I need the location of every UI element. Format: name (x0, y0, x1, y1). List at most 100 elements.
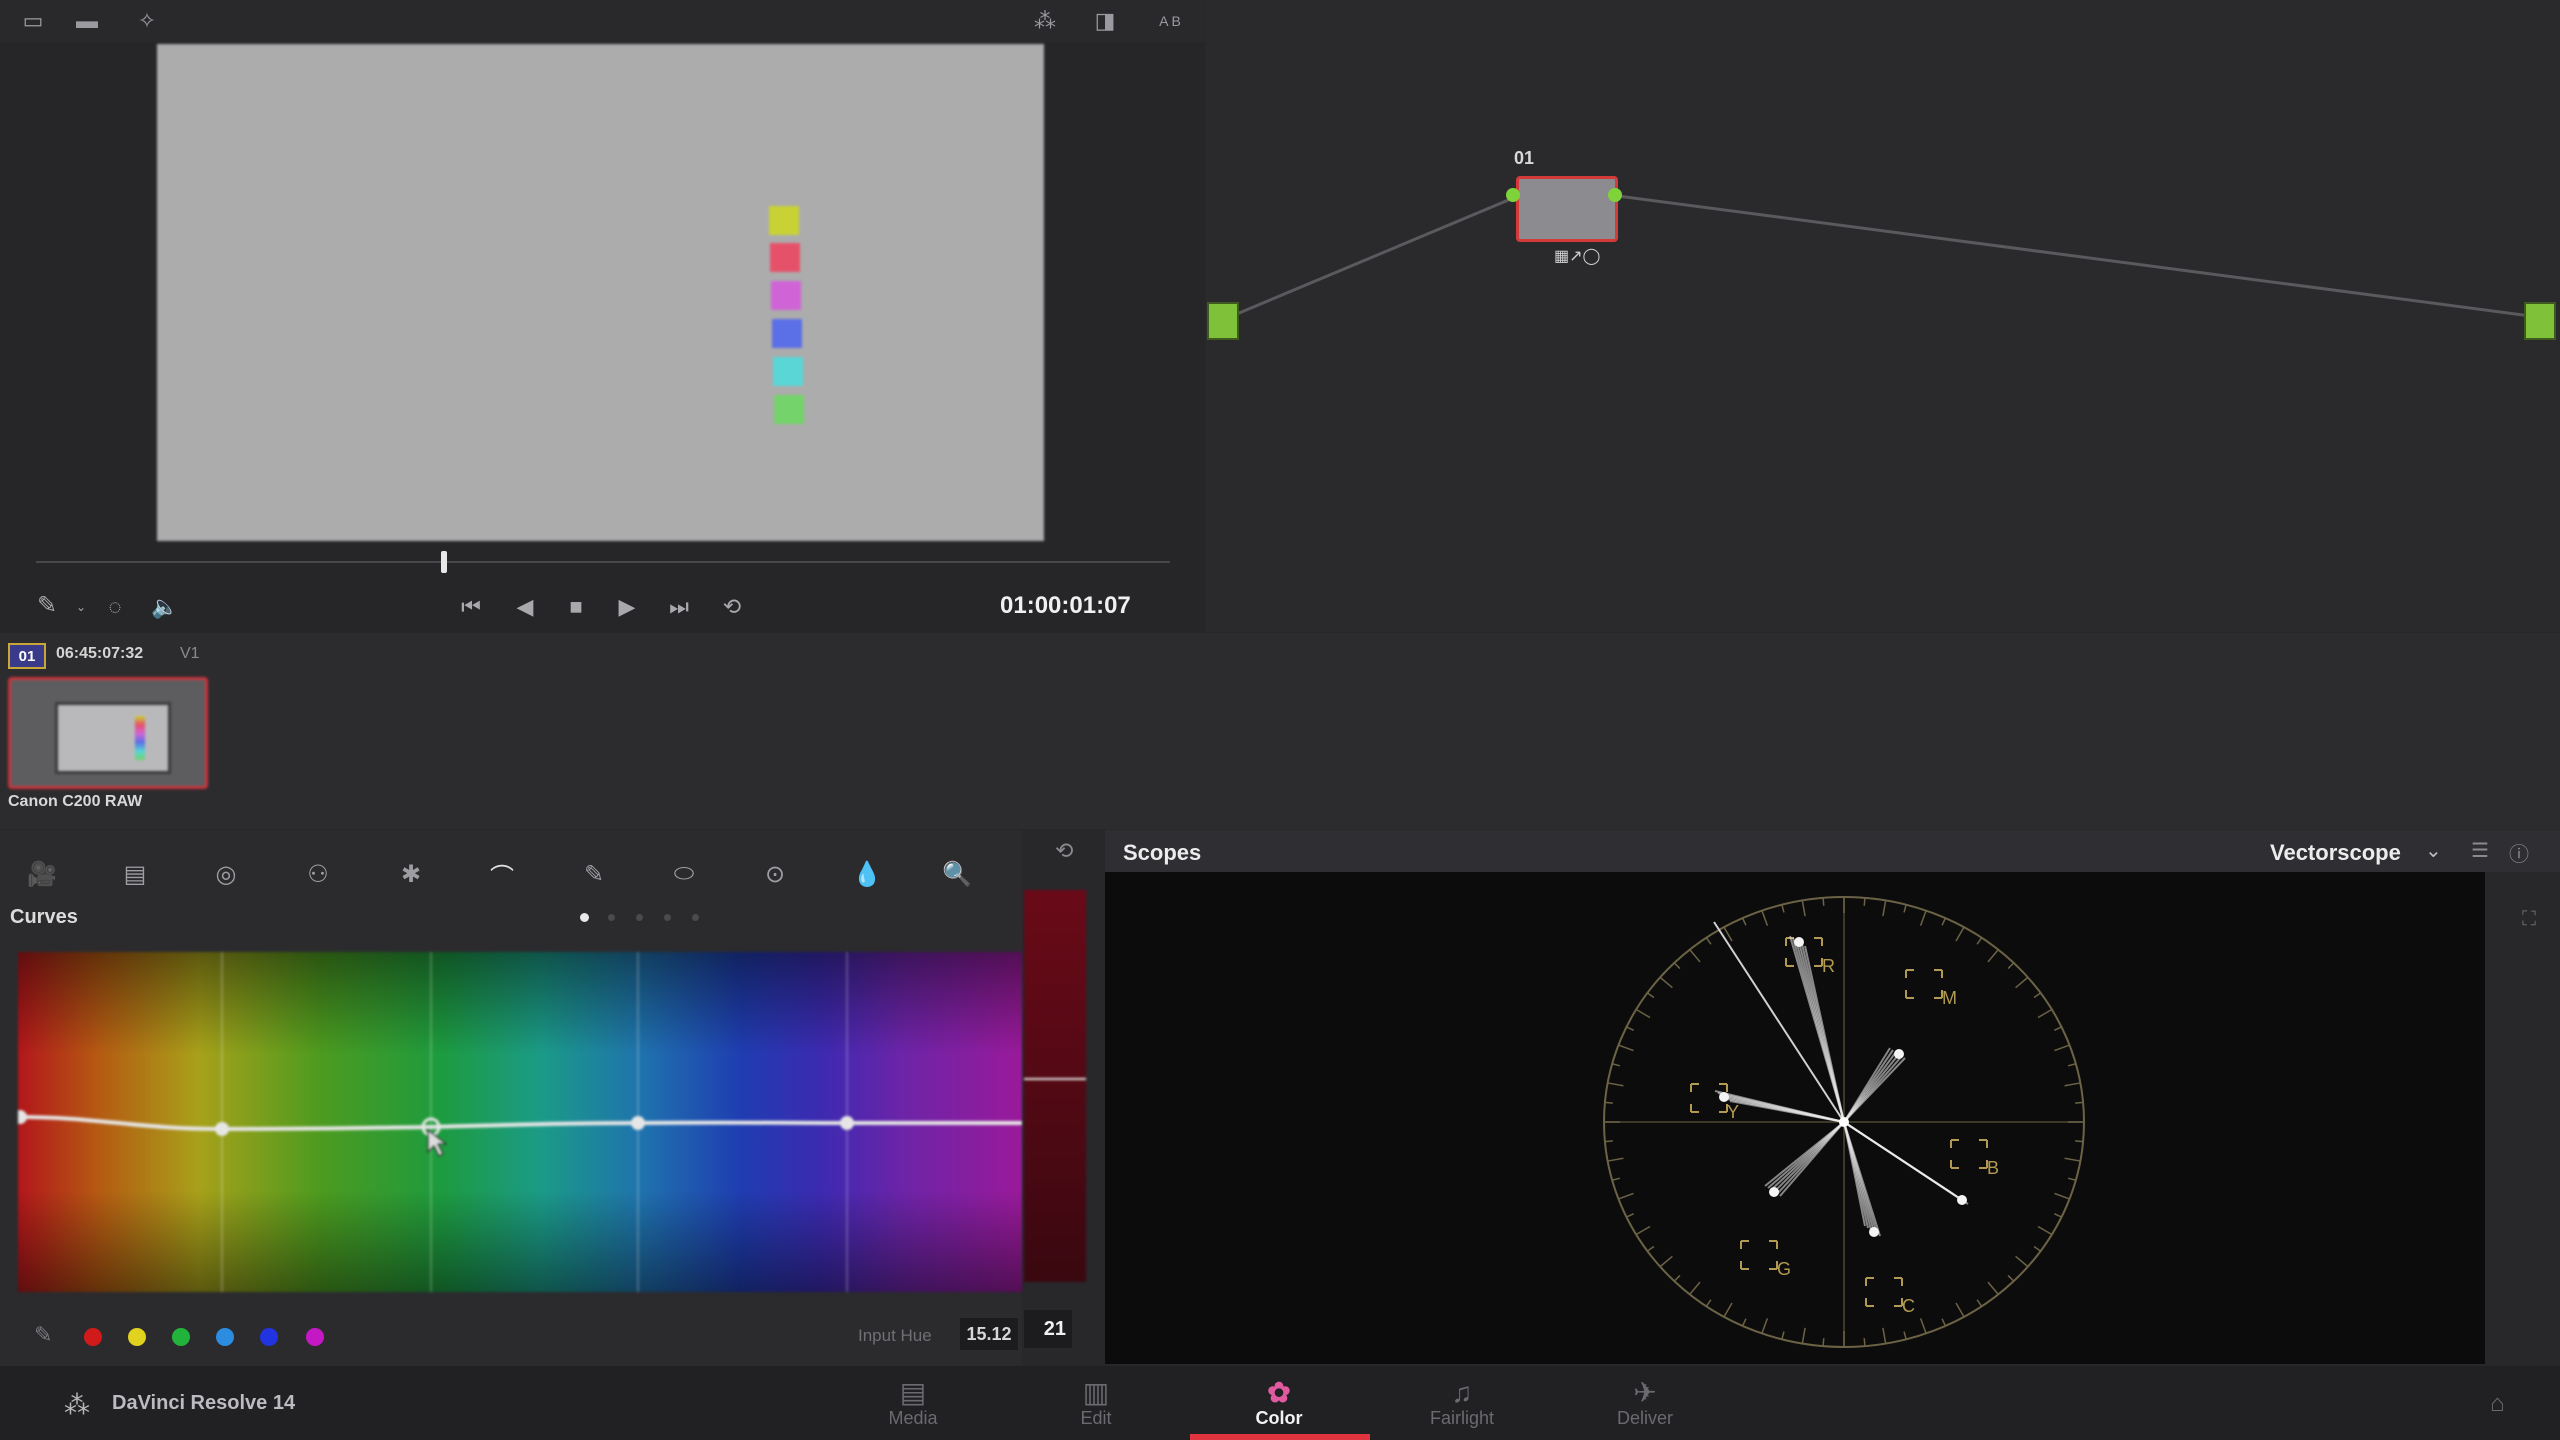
layout-icon[interactable]: ▭ (18, 8, 48, 34)
split-view-icon[interactable]: ◨ (1090, 8, 1120, 34)
blur-icon[interactable]: 💧 (849, 856, 885, 892)
resolve-logo-icon: ⁂ (64, 1390, 90, 1420)
pen-icon[interactable]: ✎ (30, 588, 64, 622)
overlap-value-field[interactable]: 21 (1024, 1310, 1072, 1348)
chevron-down-icon[interactable]: ⌄ (2425, 838, 2442, 863)
page-label: Fairlight (1429, 1407, 1495, 1428)
viewer-toolbar: ▭ ▬ ✧ ⁂ ◨ A B (0, 0, 1205, 42)
highlight-icon[interactable]: ◌ (98, 590, 132, 624)
color-match-icon[interactable]: ▤ (117, 856, 153, 892)
color-wheels-icon[interactable]: ◎ (208, 856, 244, 892)
tracker-icon[interactable]: ⊙ (757, 856, 793, 892)
graticule-tick (2075, 1140, 2084, 1143)
page-media[interactable]: ▤ Media (853, 1372, 973, 1434)
page-dot[interactable] (636, 914, 643, 921)
magic-wand-icon[interactable]: ✧ (132, 8, 162, 34)
play-icon[interactable]: ▶ (610, 590, 644, 624)
swatch-blue[interactable] (260, 1328, 278, 1346)
swatch-yellow[interactable] (128, 1328, 146, 1346)
swatch-cyan[interactable] (216, 1328, 234, 1346)
playhead[interactable] (441, 551, 448, 573)
reset-icon[interactable]: ⟲ (1055, 838, 1073, 864)
scopes-title: Scopes (1123, 840, 1202, 865)
source-input[interactable] (1207, 302, 1239, 340)
stop-icon[interactable]: ■ (559, 590, 593, 624)
step-back-icon[interactable]: ◀ (508, 590, 542, 624)
graticule-tick (1801, 900, 1806, 917)
rgb-mixer-icon[interactable]: ⚇ (300, 856, 336, 892)
node-tool-icons: ▦↗◯ (1554, 248, 1601, 265)
page-dot[interactable] (664, 914, 671, 921)
swatch-green[interactable] (172, 1328, 190, 1346)
loop-icon[interactable]: ⟲ (715, 590, 749, 624)
motion-effects-icon[interactable]: ✱ (393, 856, 429, 892)
page-dot[interactable] (692, 914, 699, 921)
chevron-down-icon[interactable]: ⌄ (64, 590, 98, 624)
graticule-tick (2053, 1213, 2062, 1218)
hue-vs-hue-curve-graph[interactable] (18, 952, 1022, 1292)
graticule-tick (2067, 1063, 2077, 1067)
output-node[interactable] (2524, 302, 2556, 340)
graticule-tick (1646, 1245, 1655, 1252)
swatch-red[interactable] (84, 1328, 102, 1346)
swatch-magenta[interactable] (306, 1328, 324, 1346)
app-name: DaVinci Resolve 14 (112, 1392, 296, 1414)
target-label: Y (1727, 1102, 1739, 1122)
eyedropper-icon[interactable]: ✎ (34, 1322, 52, 1348)
vector-point (1957, 1195, 1967, 1205)
nodes-icon[interactable]: ⁂ (1030, 8, 1060, 34)
speaker-icon[interactable]: 🔈 (148, 590, 182, 624)
graticule-tick (1761, 910, 1769, 926)
target-label: B (1987, 1158, 1999, 1178)
clip-number: 01 (8, 643, 46, 669)
input-hue-field[interactable]: 15.12 (960, 1318, 1018, 1350)
graticule-tick (2033, 992, 2042, 999)
graticule-tick (1635, 1225, 1651, 1236)
graticule-tick (1646, 992, 1655, 999)
page-edit[interactable]: ▥ Edit (1036, 1372, 1156, 1434)
node-input-dot[interactable] (1506, 188, 1520, 202)
graticule-tick (1822, 897, 1825, 906)
jump-end-icon[interactable]: ⏭ (662, 590, 696, 624)
ab-compare-label[interactable]: A B (1150, 8, 1190, 34)
target-box (1740, 1240, 1778, 1270)
viewer-frame[interactable] (157, 44, 1044, 541)
target-box (1905, 969, 1943, 999)
graticule-tick (2033, 1245, 2042, 1252)
graticule-tick (1618, 1044, 1634, 1052)
graticule-tick (1705, 937, 1712, 945)
page-dot-active[interactable] (580, 913, 589, 922)
expand-icon[interactable]: ⛶ (2522, 908, 2536, 931)
page-dot[interactable] (608, 914, 615, 921)
color-chip (770, 243, 800, 272)
scope-settings-icon[interactable]: ☰ (2471, 838, 2489, 863)
node-graph-svg (1231, 194, 2547, 320)
serial-node[interactable] (1516, 176, 1618, 242)
color-chip (771, 281, 801, 310)
timeline-scrubber[interactable] (36, 561, 1170, 563)
clip-thumbnail[interactable] (8, 677, 208, 789)
gallery-icon[interactable]: ▬ (72, 8, 102, 34)
page-color[interactable]: ✿ Color (1219, 1372, 1339, 1434)
node-editor[interactable]: 01 ▦↗◯ (1206, 0, 2560, 632)
node-output-dot[interactable] (1608, 188, 1622, 202)
camera-raw-icon[interactable]: 🎥 (24, 856, 60, 892)
graticule-tick (1626, 1213, 1635, 1218)
scope-mode-selector[interactable]: Vectorscope (2270, 840, 2401, 866)
graticule-tick (2015, 1255, 2029, 1268)
curves-icon[interactable]: ⌒ (484, 856, 520, 892)
graticule-tick (1635, 1008, 1651, 1019)
power-window-icon[interactable]: ⬭ (666, 856, 702, 892)
info-icon[interactable]: ⓘ (2509, 838, 2529, 867)
qualifier-icon[interactable]: ✎ (576, 856, 612, 892)
graticule-tick (1611, 1063, 1621, 1067)
jump-start-icon[interactable]: ⏮ (454, 590, 488, 624)
home-icon[interactable]: ⌂ (2490, 1390, 2505, 1418)
graticule-tick (1705, 1299, 1712, 1307)
search-icon[interactable]: 🔍 (939, 856, 975, 892)
graticule-tick (2037, 1225, 2053, 1236)
page-deliver[interactable]: ✈ Deliver (1585, 1372, 1705, 1434)
graticule-tick (1781, 1331, 1785, 1340)
page-fairlight[interactable]: ♫ Fairlight (1402, 1372, 1522, 1434)
graticule-tick (1801, 1327, 1806, 1344)
